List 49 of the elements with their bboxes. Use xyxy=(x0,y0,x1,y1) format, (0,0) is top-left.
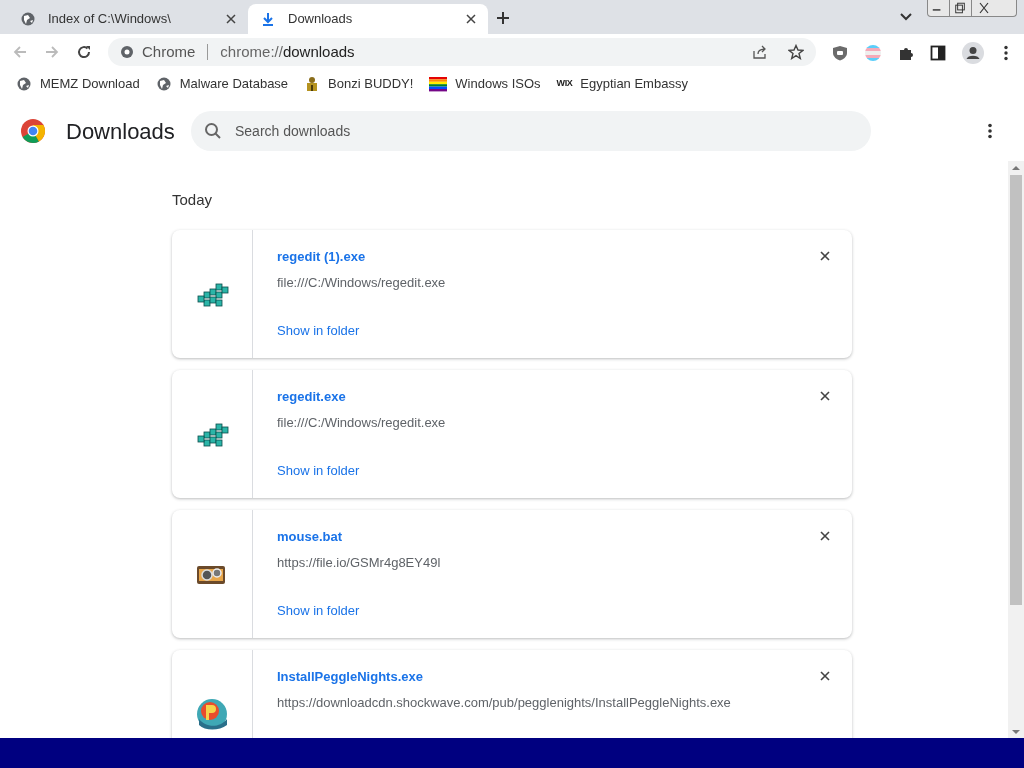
close-icon[interactable] xyxy=(820,390,830,401)
search-field[interactable]: Search downloads xyxy=(191,111,871,151)
ball-icon xyxy=(195,696,229,731)
bookmark[interactable]: Malware Database xyxy=(155,74,289,94)
new-tab-icon[interactable] xyxy=(496,11,510,25)
chrome-logo xyxy=(20,118,46,144)
globe-icon xyxy=(155,76,172,92)
address-bar[interactable]: Chrome chrome://downloads xyxy=(108,38,816,66)
search-icon xyxy=(204,122,222,140)
browser-tab[interactable]: Index of C:\Windows\ xyxy=(8,4,248,34)
profile-icon[interactable] xyxy=(962,42,984,64)
chrome-icon xyxy=(120,45,134,59)
wix-logo: WIX xyxy=(556,77,573,91)
source-url: https://file.io/GSMr4g8EY49l xyxy=(277,553,441,572)
file-name-link[interactable]: InstallPeggleNights.exe xyxy=(277,666,423,683)
menu-icon[interactable] xyxy=(1004,45,1008,61)
close-icon[interactable] xyxy=(820,530,830,541)
show-in-folder-link[interactable]: Show in folder xyxy=(277,321,360,341)
star-icon[interactable] xyxy=(788,44,804,60)
globe-icon xyxy=(20,11,36,27)
download-icon xyxy=(260,11,276,27)
rainbow-flag-icon xyxy=(429,76,448,92)
browser-tab[interactable]: Downloads xyxy=(248,4,488,34)
reload-icon[interactable] xyxy=(76,44,92,60)
chevron-down-icon[interactable] xyxy=(900,13,912,21)
bookmark[interactable]: Bonzi BUDDY! xyxy=(304,74,414,94)
share-icon[interactable] xyxy=(752,44,768,60)
file-name-link[interactable]: regedit.exe xyxy=(277,386,346,403)
more-icon[interactable] xyxy=(988,123,992,139)
side-panel-icon[interactable] xyxy=(930,45,946,61)
close-icon[interactable] xyxy=(820,250,830,261)
globe-icon xyxy=(16,76,32,92)
source-url: file:///C:/Windows/regedit.exe xyxy=(277,413,446,432)
shield-icon[interactable] xyxy=(832,45,848,61)
file-name-link[interactable]: regedit (1).exe xyxy=(277,246,366,263)
bookmark[interactable]: MEMZ Download xyxy=(16,74,140,94)
puzzle-icon[interactable] xyxy=(898,45,914,61)
show-in-folder-link[interactable]: Show in folder xyxy=(277,461,360,481)
page-title: Downloads xyxy=(66,117,176,146)
show-in-folder-link[interactable]: Show in folder xyxy=(277,601,360,621)
close-icon[interactable] xyxy=(466,14,476,24)
close-icon[interactable] xyxy=(820,670,830,681)
bookmark[interactable]: WIX Egyptian Embassy xyxy=(556,74,688,94)
file-name-link[interactable]: mouse.bat xyxy=(277,526,342,543)
close-icon[interactable] xyxy=(226,14,236,24)
source-url: https://downloadcdn.shockwave.com/pub/pegglenights/InstallPeggleNights.exe xyxy=(277,693,731,712)
section-heading: Today xyxy=(172,190,214,210)
bookmark[interactable]: Windows ISOs xyxy=(429,74,541,94)
source-url: file:///C:/Windows/regedit.exe xyxy=(277,273,446,292)
